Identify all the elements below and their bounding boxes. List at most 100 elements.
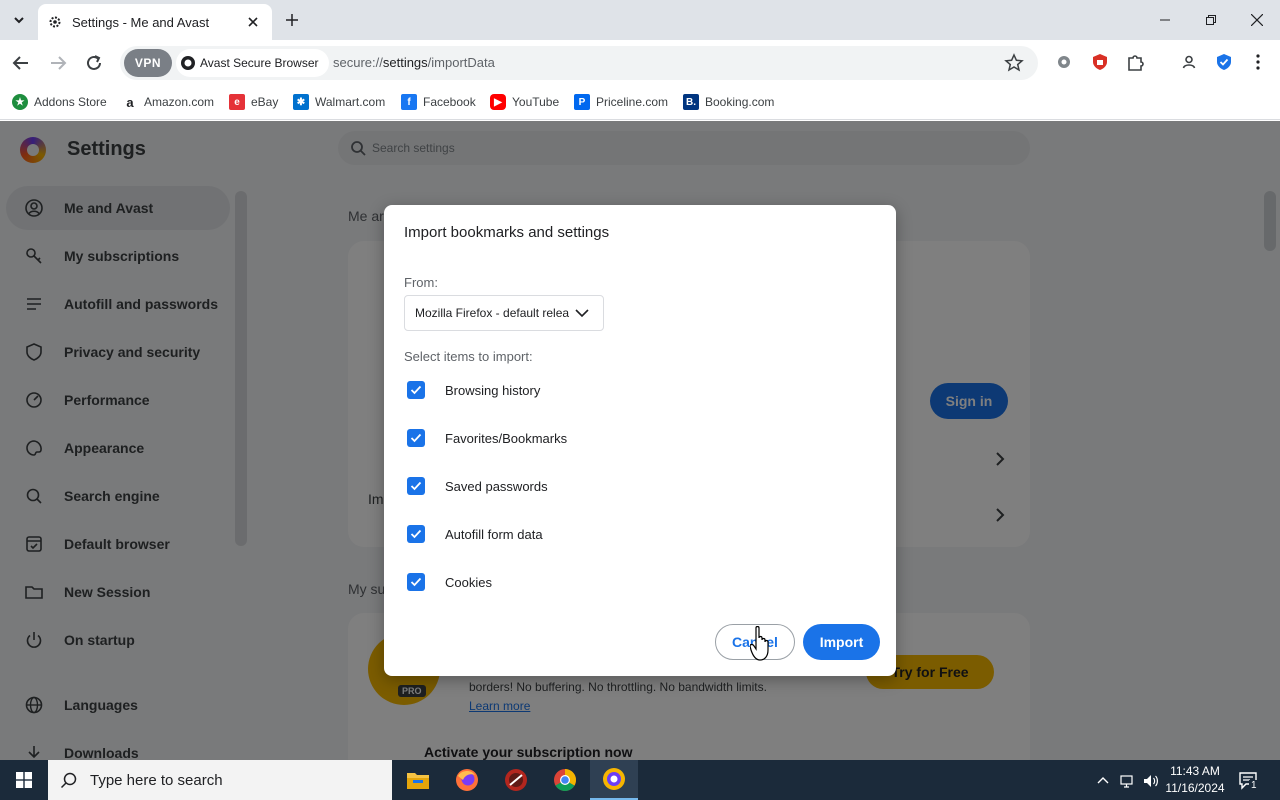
start-button[interactable] — [0, 760, 48, 800]
bookmark-youtube[interactable]: ▶ YouTube — [490, 92, 559, 112]
bookmark-label: Amazon.com — [144, 95, 215, 109]
url-scheme: secure:// — [333, 55, 383, 70]
browser-source-select[interactable]: Mozilla Firefox - default release — [404, 295, 604, 331]
tab-settings[interactable]: Settings - Me and Avast — [38, 4, 272, 40]
more-vertical-icon — [1256, 54, 1260, 70]
star-icon — [1004, 53, 1024, 72]
taskbar-app-firefox[interactable] — [443, 760, 491, 800]
new-tab-button[interactable] — [282, 10, 302, 30]
shield-check-icon — [1217, 54, 1231, 70]
tray-overflow-button[interactable] — [1094, 772, 1112, 790]
checkbox[interactable] — [407, 525, 425, 543]
close-icon — [248, 17, 258, 27]
bookmark-booking[interactable]: B. Booking.com — [683, 92, 774, 112]
back-button[interactable] — [9, 51, 33, 75]
restore-icon — [1206, 15, 1216, 25]
import-item-cookies[interactable]: Cookies — [404, 568, 492, 596]
file-explorer-icon — [407, 773, 429, 789]
arrow-left-icon — [12, 56, 28, 70]
browser-menu-button[interactable] — [1247, 51, 1269, 73]
notification-center-button[interactable]: 1 — [1238, 770, 1259, 791]
windows-logo-icon — [16, 772, 32, 788]
booking-icon: B. — [683, 94, 699, 110]
hand-cursor-icon — [750, 626, 769, 661]
bookmark-label: Priceline.com — [596, 95, 669, 109]
checkmark-icon — [410, 385, 422, 395]
taskbar-clock[interactable]: 11:43 AM 11/16/2024 — [1164, 763, 1226, 797]
taskbar-app-file-explorer[interactable] — [394, 760, 442, 800]
checkbox[interactable] — [407, 477, 425, 495]
bookmark-label: Addons Store — [34, 95, 107, 109]
tab-close-button[interactable] — [244, 13, 262, 31]
extension-puzzle-button[interactable] — [1053, 51, 1075, 73]
bookmark-label: Facebook — [423, 95, 476, 109]
checkmark-icon — [410, 433, 422, 443]
bookmark-addons-store[interactable]: ★ Addons Store — [12, 92, 107, 112]
security-extension-button[interactable] — [1213, 51, 1235, 73]
tab-search-button[interactable] — [7, 8, 31, 32]
ebay-icon: e — [229, 94, 245, 110]
tray-network-button[interactable] — [1118, 772, 1136, 790]
minimize-button[interactable] — [1142, 0, 1188, 40]
minimize-icon — [1160, 19, 1170, 21]
url-path: /importData — [427, 55, 495, 70]
firefox-icon — [456, 769, 478, 791]
bookmark-label: YouTube — [512, 95, 560, 109]
bookmark-star-button[interactable] — [1004, 53, 1024, 73]
vpn-label: VPN — [134, 56, 162, 70]
checkbox[interactable] — [407, 381, 425, 399]
walmart-icon: ✱ — [293, 94, 309, 110]
chevron-down-icon — [14, 17, 24, 24]
clock-date: 11/16/2024 — [1165, 781, 1225, 795]
address-bar[interactable]: VPN Avast Secure Browser secure://settin… — [120, 46, 1038, 80]
windows-taskbar: Type here to search 11:43 AM 11/16/2024 … — [0, 760, 1280, 800]
forward-button[interactable] — [46, 51, 70, 75]
taskbar-search-input[interactable]: Type here to search — [48, 760, 392, 800]
taskbar-app-chrome[interactable] — [541, 760, 589, 800]
import-item-autofill[interactable]: Autofill form data — [404, 520, 543, 548]
bookmark-priceline[interactable]: P Priceline.com — [574, 92, 668, 112]
taskbar-app-recorder[interactable] — [492, 760, 540, 800]
close-icon — [1251, 14, 1263, 26]
checkbox-label: Autofill form data — [445, 526, 543, 542]
recorder-icon — [505, 769, 527, 791]
chevron-up-icon — [1097, 777, 1109, 784]
checkbox-label: Saved passwords — [445, 478, 548, 494]
restore-button[interactable] — [1188, 0, 1234, 40]
bookmark-amazon[interactable]: a Amazon.com — [122, 92, 214, 112]
site-chip-label: Avast Secure Browser — [200, 56, 319, 70]
import-item-passwords[interactable]: Saved passwords — [404, 472, 548, 500]
checkbox-label: Cookies — [445, 574, 492, 590]
adblock-extension-button[interactable] — [1089, 51, 1111, 73]
site-info-chip[interactable]: Avast Secure Browser — [176, 49, 329, 77]
reload-button[interactable] — [82, 51, 106, 75]
network-icon — [1120, 775, 1133, 788]
bookmark-walmart[interactable]: ✱ Walmart.com — [293, 92, 385, 112]
import-item-browsing-history[interactable]: Browsing history — [404, 376, 540, 404]
profile-button[interactable] — [1178, 51, 1200, 73]
checkbox-label: Favorites/Bookmarks — [445, 430, 568, 446]
avast-logo-icon — [181, 56, 195, 70]
taskbar-app-avast-browser[interactable] — [590, 760, 638, 800]
bookmark-label: Booking.com — [705, 95, 775, 109]
chrome-icon — [554, 769, 576, 791]
arrow-right-icon — [51, 56, 67, 70]
checkbox[interactable] — [407, 429, 425, 447]
notification-count: 1 — [1249, 780, 1259, 791]
browser-toolbar: VPN Avast Secure Browser secure://settin… — [0, 40, 1280, 86]
dialog-title: Import bookmarks and settings — [404, 224, 610, 241]
tray-volume-button[interactable] — [1142, 772, 1160, 790]
url-text: secure://settings/importData — [333, 55, 495, 70]
vpn-button[interactable]: VPN — [124, 49, 172, 77]
facebook-icon: f — [401, 94, 417, 110]
checkmark-icon — [410, 481, 422, 491]
bookmark-ebay[interactable]: e eBay — [229, 92, 278, 112]
extensions-button[interactable] — [1125, 51, 1147, 73]
checkbox[interactable] — [407, 573, 425, 591]
import-button[interactable]: Import — [803, 624, 880, 660]
close-window-button[interactable] — [1234, 0, 1280, 40]
bookmark-facebook[interactable]: f Facebook — [401, 92, 476, 112]
speaker-icon — [1144, 775, 1158, 787]
import-item-favorites[interactable]: Favorites/Bookmarks — [404, 424, 567, 452]
priceline-icon: P — [574, 94, 590, 110]
